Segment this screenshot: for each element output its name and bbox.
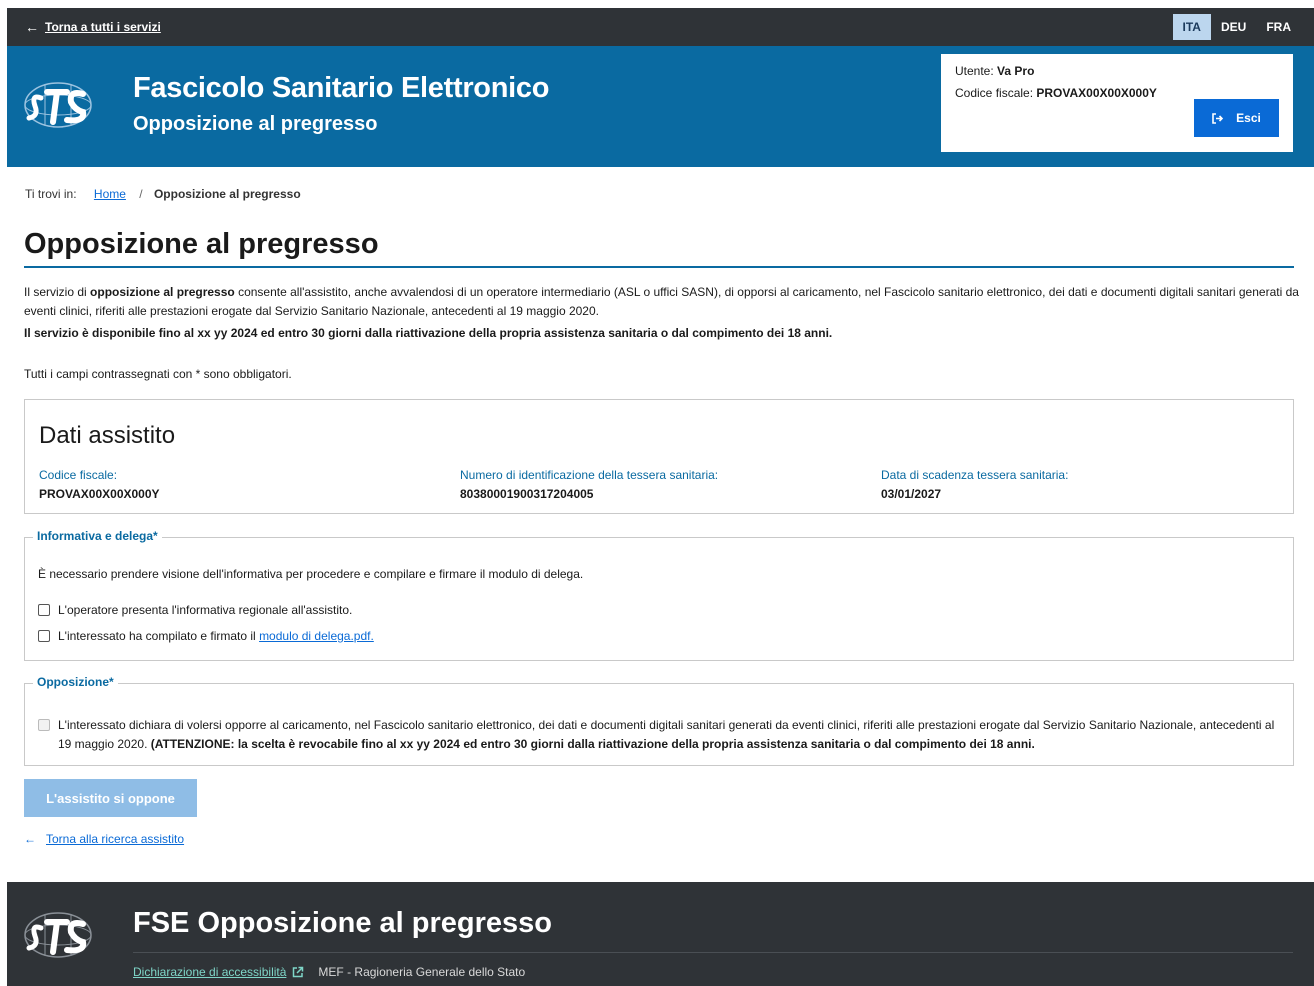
sts-footer-logo-icon [24,912,92,958]
footer-org: MEF - Ragioneria Generale dello Stato [318,965,526,979]
page-title: Opposizione al pregresso [24,228,379,260]
checkbox-informativa[interactable]: L'operatore presenta l'informativa regio… [38,603,352,617]
user-box: Utente: Va Pro Codice fiscale: PROVAX00X… [941,54,1293,152]
user-codice-fiscale: PROVAX00X00X000Y [1036,86,1157,100]
site-footer: FSE Opposizione al pregresso Dichiarazio… [7,882,1314,986]
arrow-left-icon: ← [24,832,36,846]
site-title: Fascicolo Sanitario Elettronico [133,72,550,104]
title-divider [24,266,1294,268]
intro-text: Il servizio di opposizione al pregresso … [24,285,1299,318]
dati-assistito-title: Dati assistito [39,422,176,449]
user-name: Va Pro [997,64,1035,78]
footer-divider [133,952,1293,953]
lang-deu[interactable]: DEU [1211,14,1256,40]
checkbox-delega[interactable]: L'interessato ha compilato e firmato il … [38,629,374,643]
checkbox-delega-box[interactable] [38,630,50,642]
informativa-text: È necessario prendere visione dell'infor… [38,567,584,581]
site-header: Fascicolo Sanitario Elettronico Opposizi… [7,46,1314,167]
field-numero-tessera: Numero di identificazione della tessera … [460,468,719,501]
checkbox-opposizione[interactable]: L'interessato dichiara di volersi opporr… [38,716,1283,754]
breadcrumb-current: Opposizione al pregresso [153,187,301,201]
informativa-fieldset: Informativa e delega* È necessario prend… [24,529,1294,661]
site-subtitle: Opposizione al pregresso [133,113,378,135]
back-to-services-link[interactable]: ← Torna a tutti i servizi [25,19,161,35]
arrow-left-icon: ← [25,19,39,35]
back-to-search-link[interactable]: ← Torna alla ricerca assistito [24,832,184,846]
field-codice-fiscale: Codice fiscale: PROVAX00X00X000Y [39,468,160,501]
modulo-delega-link[interactable]: modulo di delega.pdf. [259,629,374,643]
dati-assistito-card: Dati assistito Codice fiscale: PROVAX00X… [24,399,1294,514]
logout-button[interactable]: Esci [1194,99,1279,137]
accessibility-link[interactable]: Dichiarazione di accessibilità [133,965,286,979]
breadcrumb-home-link[interactable]: Home [94,187,126,201]
lang-ita[interactable]: ITA [1172,14,1211,40]
language-switcher: ITA DEU FRA [1172,8,1301,46]
availability-note: Il servizio è disponibile fino al xx yy … [24,326,833,340]
required-note: Tutti i campi contrassegnati con * sono … [24,367,292,381]
opposizione-legend: Opposizione* [33,675,118,689]
sts-logo-icon [24,82,92,128]
opposizione-fieldset: Opposizione* L'interessato dichiara di v… [24,675,1294,766]
field-scadenza-tessera: Data di scadenza tessera sanitaria: 03/0… [881,468,1069,501]
submit-opposizione-button[interactable]: L'assistito si oppone [24,779,197,817]
external-link-icon [293,966,304,978]
checkbox-informativa-box[interactable] [38,604,50,616]
footer-links: Dichiarazione di accessibilità MEF - Rag… [133,965,525,979]
breadcrumb: Ti trovi in: Home / Opposizione al pregr… [25,187,301,201]
footer-title: FSE Opposizione al pregresso [133,907,552,939]
informativa-legend: Informativa e delega* [33,529,162,543]
page: ← Torna a tutti i servizi ITA DEU FRA Fa… [7,8,1314,986]
logout-icon [1212,112,1224,124]
checkbox-opposizione-box[interactable] [38,719,50,731]
top-bar: ← Torna a tutti i servizi ITA DEU FRA [7,8,1314,46]
lang-fra[interactable]: FRA [1256,14,1301,40]
